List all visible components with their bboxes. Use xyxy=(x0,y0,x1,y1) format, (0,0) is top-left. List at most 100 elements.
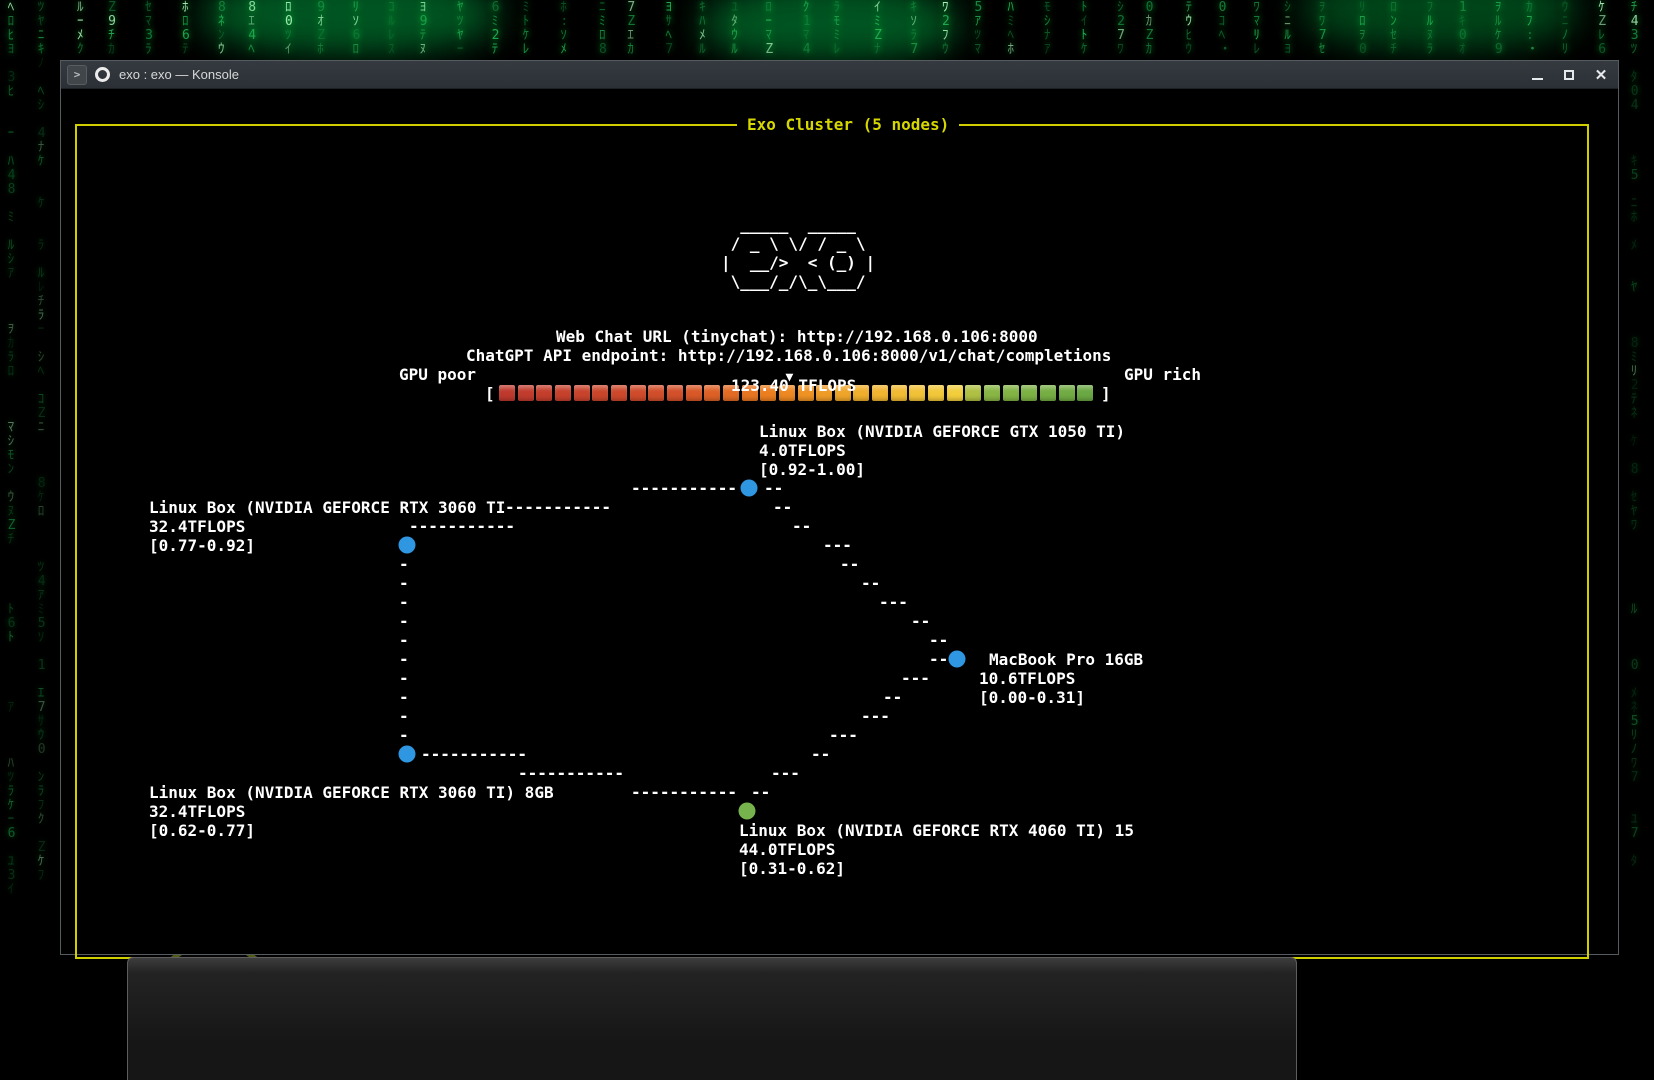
matrix-glyph: ｺ xyxy=(1219,15,1226,29)
matrix-glyph: ﾏ xyxy=(765,29,772,43)
matrix-glyph: ｼ xyxy=(38,351,45,365)
link-dashes: -- xyxy=(929,631,948,650)
matrix-glyph: ﾃ xyxy=(1631,393,1638,407)
link-dashes: - xyxy=(399,574,409,593)
matrix-glyph: ﾂ xyxy=(1631,43,1638,57)
node-name: Linux Box (NVIDIA GEFORCE RTX 3060 TI) 8… xyxy=(149,783,554,802)
matrix-glyph: ﾒ xyxy=(560,43,567,57)
gauge-square xyxy=(965,385,981,401)
link-dashes: -- xyxy=(929,650,948,669)
matrix-glyph: 4 xyxy=(8,169,16,183)
link-dashes: --- xyxy=(901,669,930,688)
matrix-glyph: ﾗ xyxy=(8,785,15,799)
matrix-glyph: ｷ xyxy=(1631,155,1638,169)
matrix-glyph: ｿ xyxy=(38,631,45,645)
matrix-glyph: 6 xyxy=(8,827,16,841)
matrix-glyph: ﾘ xyxy=(1631,365,1638,379)
gauge-square xyxy=(928,385,944,401)
matrix-glyph: ｳ xyxy=(1186,15,1193,29)
matrix-glyph: ﾚ xyxy=(38,281,45,295)
matrix-glyph: ﾐ xyxy=(1008,15,1015,29)
matrix-glyph: ﾛ xyxy=(599,29,606,43)
link-dashes: ----------- xyxy=(631,783,737,802)
matrix-glyph: ﾙ xyxy=(1631,603,1638,617)
close-button[interactable]: ✕ xyxy=(1590,64,1612,86)
matrix-glyph: ｿ xyxy=(560,29,567,43)
matrix-glyph: ﾖ xyxy=(420,1,427,15)
matrix-glyph: ﾌ xyxy=(1427,1,1434,15)
terminal-viewport[interactable]: Exo Cluster (5 nodes) _____ _____ / _ \ … xyxy=(61,89,1618,954)
matrix-glyph: 7 xyxy=(1319,29,1327,43)
node-dot-gtx1050 xyxy=(741,480,758,497)
matrix-glyph: ﾏ xyxy=(975,43,982,57)
matrix-glyph: ｱ xyxy=(8,267,15,281)
matrix-glyph: 4 xyxy=(1631,15,1639,29)
link-dashes: ----------- xyxy=(631,479,737,498)
matrix-glyph: ﾒ xyxy=(1631,687,1638,701)
matrix-glyph: 0 xyxy=(285,15,293,29)
matrix-glyph: ﾐ xyxy=(599,15,606,29)
cluster-frame-title: Exo Cluster (5 nodes) xyxy=(737,115,959,134)
maximize-button[interactable] xyxy=(1558,64,1580,86)
node-name: Linux Box (NVIDIA GEFORCE GTX 1050 TI) xyxy=(759,422,1125,441)
node-label-rtx4060: Linux Box (NVIDIA GEFORCE RTX 4060 TI) 1… xyxy=(739,821,1134,878)
matrix-glyph: ・ xyxy=(1526,43,1539,57)
matrix-glyph: ｶ xyxy=(1526,1,1533,15)
matrix-glyph: ﾌ xyxy=(942,29,949,43)
matrix-glyph: ｹ xyxy=(1081,43,1088,57)
matrix-glyph: ｲ xyxy=(874,1,881,15)
matrix-glyph: ﾍ xyxy=(1008,29,1015,43)
gauge-square xyxy=(891,385,907,401)
node-tflops: 10.6TFLOPS xyxy=(979,669,1143,688)
gauge-square xyxy=(1059,385,1075,401)
matrix-glyph: ｹ xyxy=(38,491,45,505)
gauge-square xyxy=(499,385,515,401)
gpu-rich-label: GPU rich xyxy=(1124,365,1201,384)
node-label-macbook: MacBook Pro 16GB10.6TFLOPS[0.00-0.31] xyxy=(979,650,1143,707)
matrix-glyph: ﾎ xyxy=(1008,43,1015,57)
matrix-glyph: ｷ xyxy=(910,1,917,15)
matrix-glyph: ﾘ xyxy=(1631,729,1638,743)
dock-panel xyxy=(127,957,1297,1080)
matrix-glyph: ｱ xyxy=(38,589,45,603)
matrix-glyph: ﾙ xyxy=(388,15,395,29)
matrix-glyph: ｦ xyxy=(8,323,15,337)
matrix-glyph: ﾍ xyxy=(8,1,15,15)
matrix-glyph: 9 xyxy=(317,1,325,15)
matrix-glyph: 9 xyxy=(420,15,428,29)
matrix-glyph: ﾀ xyxy=(1631,71,1638,85)
gauge-square xyxy=(704,385,720,401)
matrix-glyph: 8 xyxy=(599,43,607,57)
matrix-glyph: 3 xyxy=(1631,29,1639,43)
matrix-glyph: ﾇ xyxy=(420,43,427,57)
link-dashes: --- xyxy=(823,536,852,555)
matrix-glyph: ﾌ xyxy=(1526,15,1533,29)
matrix-glyph: ｹ xyxy=(38,855,45,869)
matrix-glyph: ﾙ xyxy=(77,1,84,15)
matrix-glyph: 4 xyxy=(248,29,256,43)
matrix-glyph: ﾆ xyxy=(1631,197,1638,211)
matrix-glyph: ｶ xyxy=(627,43,634,57)
matrix-glyph: ﾊ xyxy=(699,15,706,29)
matrix-glyph: ﾝ xyxy=(1390,15,1397,29)
link-dashes: -- xyxy=(764,479,783,498)
window-titlebar[interactable]: > exo : exo — Konsole ✕ xyxy=(61,61,1618,89)
matrix-glyph: ﾛ xyxy=(8,365,15,379)
matrix-glyph: 4 xyxy=(38,575,46,589)
matrix-glyph: ﾅ xyxy=(874,43,881,57)
gauge-square xyxy=(518,385,534,401)
gauge-square xyxy=(630,385,646,401)
matrix-glyph: ﾆ xyxy=(38,29,45,43)
matrix-glyph: ﾗ xyxy=(38,309,45,323)
matrix-glyph: ｾ xyxy=(145,1,152,15)
matrix-glyph: ﾙ xyxy=(8,239,15,253)
matrix-glyph: ｰ xyxy=(77,15,84,29)
matrix-glyph: ﾗ xyxy=(38,239,45,253)
minimize-button[interactable] xyxy=(1526,64,1548,86)
matrix-glyph: 2 xyxy=(1117,15,1125,29)
matrix-glyph: Z xyxy=(874,29,882,43)
matrix-glyph: ﾉ xyxy=(1631,743,1638,757)
matrix-glyph: 5 xyxy=(975,1,983,15)
matrix-glyph: 6 xyxy=(352,29,360,43)
matrix-glyph: 0 xyxy=(1631,659,1639,673)
